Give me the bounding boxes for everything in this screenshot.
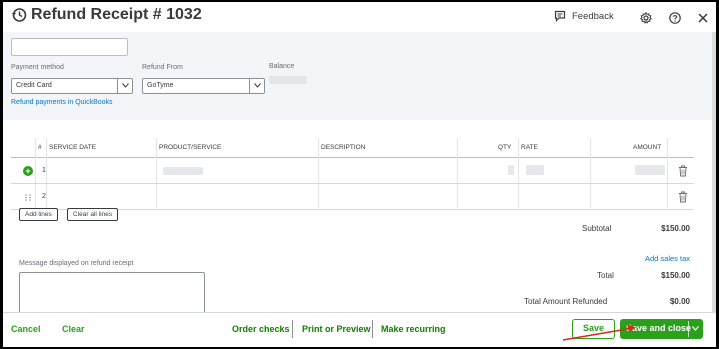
footer-bar: Cancel Clear Order checks Print or Previ…: [3, 312, 716, 347]
trash-icon[interactable]: [678, 191, 688, 203]
scrollbar[interactable]: [712, 32, 716, 312]
clear-button[interactable]: Clear: [62, 324, 85, 334]
table-header: # SERVICE DATE PRODUCT/SERVICE DESCRIPTI…: [11, 138, 694, 158]
header: Refund Receipt # 1032 Feedback: [3, 2, 716, 32]
chevron-down-icon: [117, 79, 132, 93]
add-sales-tax-link[interactable]: Add sales tax: [645, 254, 690, 263]
total-value: $150.00: [661, 271, 690, 280]
col-amount: AMOUNT: [633, 144, 662, 151]
refund-from-value: GoTyme: [147, 82, 174, 89]
col-product-service: PRODUCT/SERVICE: [159, 144, 222, 151]
close-icon[interactable]: [697, 12, 709, 24]
cancel-button[interactable]: Cancel: [11, 324, 41, 334]
col-qty: QTY: [498, 144, 512, 151]
col-rate: RATE: [521, 144, 538, 151]
row-number: 2: [42, 193, 46, 200]
refund-receipt-window: Refund Receipt # 1032 Feedback Payment m…: [3, 2, 716, 347]
print-or-preview-link[interactable]: Print or Preview: [302, 324, 371, 334]
page-title: Refund Receipt # 1032: [31, 6, 202, 23]
refund-from-label: Refund From: [142, 64, 183, 71]
gear-icon[interactable]: [640, 12, 652, 24]
make-recurring-link[interactable]: Make recurring: [381, 324, 446, 334]
table-row[interactable]: + 1: [11, 158, 694, 184]
footer-divider: [372, 320, 373, 338]
refund-payments-link[interactable]: Refund payments in QuickBooks: [11, 99, 113, 106]
save-and-close-button[interactable]: Save and close: [620, 319, 703, 339]
message-textarea[interactable]: [19, 272, 205, 314]
col-service-date: SERVICE DATE: [49, 144, 97, 151]
form-header-section: Payment method Credit Card Refund From G…: [3, 32, 716, 120]
total-refunded-label: Total Amount Refunded: [524, 297, 608, 306]
rate-redacted: [526, 165, 544, 175]
split-divider: [688, 321, 689, 337]
clear-all-lines-button[interactable]: Clear all lines: [67, 208, 119, 221]
total-label: Total: [597, 271, 614, 280]
feedback-label: Feedback: [572, 10, 614, 22]
amount-redacted: [635, 165, 665, 175]
add-row-icon[interactable]: +: [23, 166, 33, 176]
trash-icon[interactable]: [678, 165, 688, 177]
balance-label: Balance: [269, 63, 295, 70]
balance-value-redacted: [269, 76, 307, 84]
refund-from-select[interactable]: GoTyme: [142, 78, 265, 94]
subtotal-label: Subtotal: [582, 224, 612, 233]
order-checks-link[interactable]: Order checks: [232, 324, 290, 334]
chevron-down-icon[interactable]: [692, 326, 699, 331]
save-button[interactable]: Save: [572, 319, 615, 339]
payment-method-value: Credit Card: [16, 82, 52, 89]
save-and-close-label: Save and close: [626, 323, 692, 333]
footer-divider: [292, 320, 293, 338]
payment-method-select[interactable]: Credit Card: [11, 78, 133, 94]
qty-redacted: [508, 165, 514, 175]
chevron-down-icon: [249, 79, 264, 93]
message-label: Message displayed on refund receipt: [19, 260, 134, 267]
feedback-icon: [554, 10, 566, 22]
drag-handle-icon[interactable]: [24, 193, 32, 201]
table-row[interactable]: 2: [11, 184, 694, 210]
email-field[interactable]: [11, 38, 128, 56]
col-number: #: [38, 144, 42, 151]
row-number: 1: [42, 167, 46, 174]
add-lines-button[interactable]: Add lines: [19, 208, 58, 221]
history-icon[interactable]: [11, 7, 27, 23]
payment-method-label: Payment method: [11, 64, 64, 71]
help-icon[interactable]: [669, 12, 681, 24]
col-description: DESCRIPTION: [321, 144, 366, 151]
total-refunded-value: $0.00: [669, 297, 690, 306]
feedback-button[interactable]: Feedback: [554, 10, 614, 22]
subtotal-value: $150.00: [661, 224, 690, 233]
product-redacted: [163, 167, 203, 175]
